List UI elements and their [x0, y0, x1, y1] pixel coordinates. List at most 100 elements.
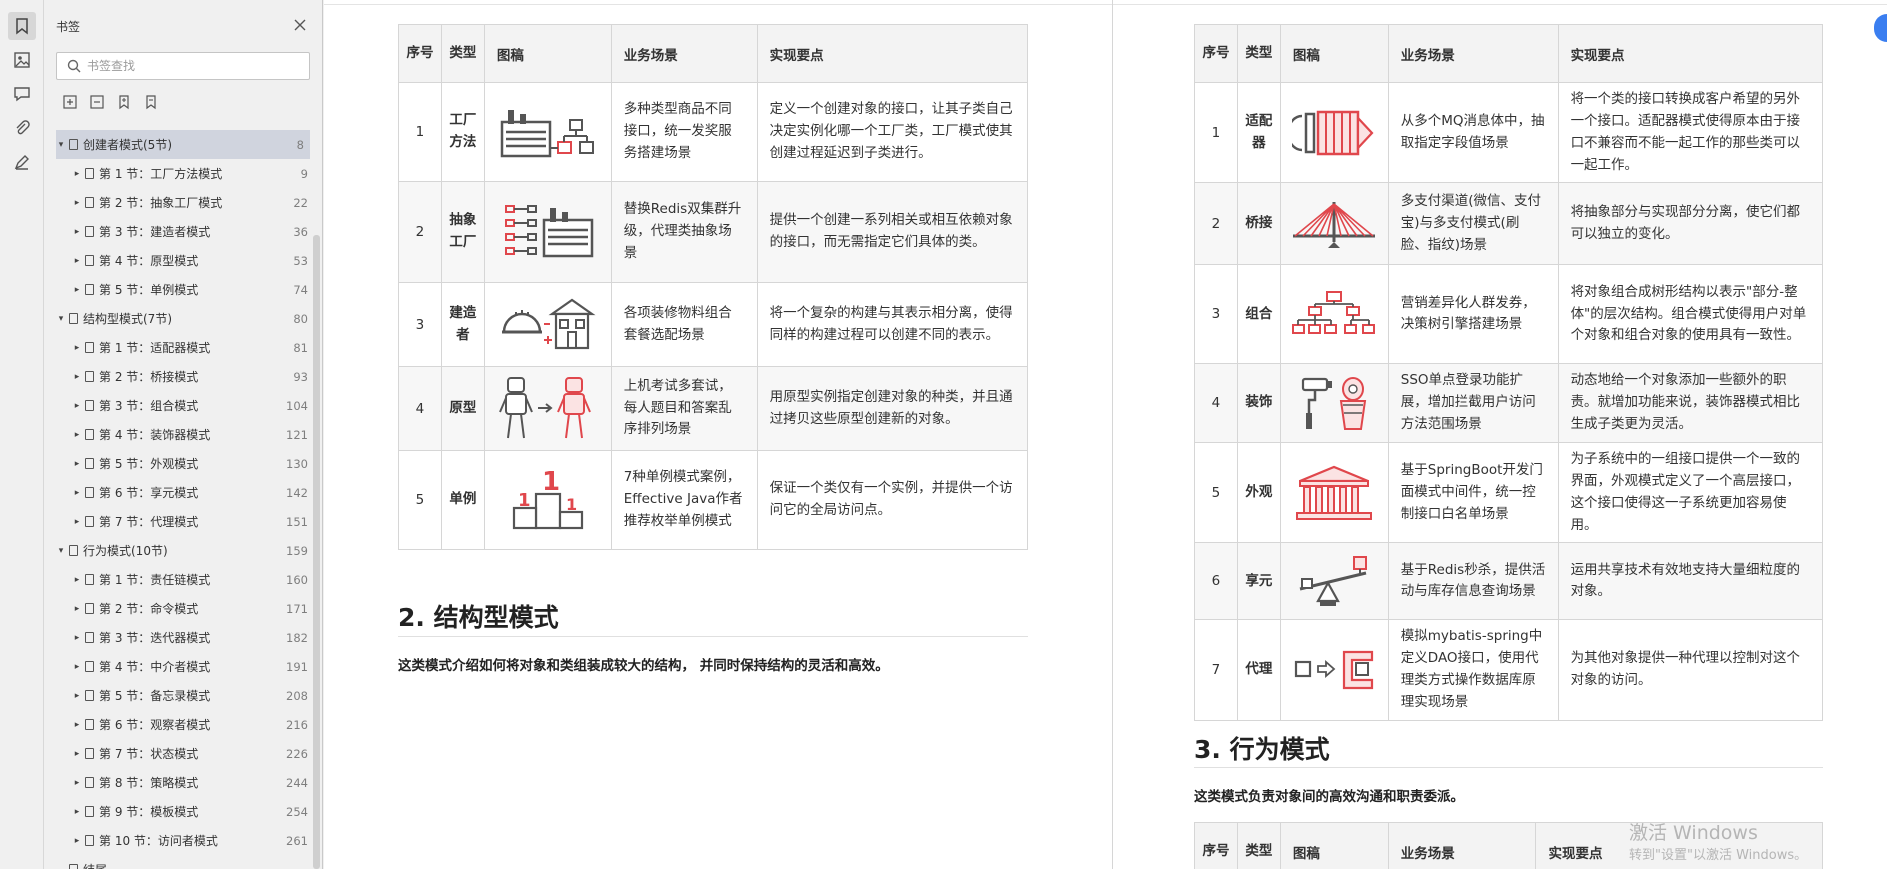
- collapse-caret-icon[interactable]: ▸: [72, 285, 82, 295]
- signature-icon[interactable]: [8, 148, 36, 176]
- bookmark-item[interactable]: ▸ 第 5 节：外观模式 130: [44, 449, 314, 478]
- bookmark-icon: [69, 545, 78, 556]
- section-intro-behavioral: 这类模式负责对象间的高效沟通和职责委派。: [1194, 789, 1464, 805]
- row-key: 提供一个创建一系列相关或相互依赖对象的接口，而无需指定它们具体的类。: [756, 181, 1029, 283]
- collapse-caret-icon[interactable]: ▸: [72, 401, 82, 411]
- bookmark-group[interactable]: ▾ 行为模式(10节) 159: [44, 536, 314, 565]
- bookmark-search[interactable]: [56, 52, 310, 80]
- bookmark-toolbar: [62, 94, 159, 110]
- bookmark-item[interactable]: ▸ 第 1 节：工厂方法模式 9: [44, 159, 314, 188]
- factory-method-icon: [483, 82, 612, 182]
- collapse-caret-icon[interactable]: ▸: [72, 227, 82, 237]
- collapse-caret-icon[interactable]: ▸: [72, 256, 82, 266]
- expand-caret-icon[interactable]: ▾: [56, 546, 66, 556]
- expand-caret-icon[interactable]: ▾: [56, 140, 66, 150]
- collapse-caret-icon[interactable]: ▸: [72, 604, 82, 614]
- row-scene: 基于SpringBoot开发门面模式中间件，统一控制接口白名单场景: [1387, 442, 1559, 544]
- bookmark-page-number: 130: [286, 456, 308, 471]
- bookmark-item[interactable]: ▸ 第 1 节：适配器模式 81: [44, 333, 314, 362]
- collapse-caret-icon[interactable]: ▸: [72, 836, 82, 846]
- col-header-icon: 图稿: [1279, 822, 1389, 869]
- collapse-caret-icon[interactable]: ▸: [72, 372, 82, 382]
- collapse-caret-icon[interactable]: ▸: [72, 807, 82, 817]
- bookmark-item[interactable]: ▸ 第 9 节：模板模式 254: [44, 797, 314, 826]
- collapse-caret-icon[interactable]: ▸: [72, 575, 82, 585]
- bookmark-group[interactable]: ▾ 结构型模式(7节) 80: [44, 304, 314, 333]
- svg-text:1: 1: [566, 495, 577, 514]
- bookmark-item[interactable]: ▸ 第 4 节：中介者模式 191: [44, 652, 314, 681]
- bookmark-item[interactable]: ▸ 第 3 节：迭代器模式 182: [44, 623, 314, 652]
- close-icon[interactable]: [292, 17, 308, 33]
- bookmark-item[interactable]: ▸ 第 4 节：原型模式 53: [44, 246, 314, 275]
- bookmark-item[interactable]: ▸ 第 5 节：单例模式 74: [44, 275, 314, 304]
- collapse-caret-icon[interactable]: ▸: [72, 343, 82, 353]
- row-type: 装饰: [1236, 363, 1281, 444]
- document-view: 序号 类型 图稿 业务场景 实现要点 1 工厂方法 多种类型商品不同接口，统一发…: [324, 0, 1887, 869]
- col-header-no: 序号: [1194, 822, 1238, 869]
- collapse-caret-icon[interactable]: ▸: [72, 169, 82, 179]
- collapse-caret-icon[interactable]: ▸: [72, 430, 82, 440]
- collapse-caret-icon[interactable]: ▸: [72, 198, 82, 208]
- bookmark-label: 第 4 节：原型模式: [99, 254, 199, 268]
- panel-scrollbar[interactable]: [313, 235, 320, 869]
- add-bookmark-icon[interactable]: [116, 94, 132, 110]
- col-header-type: 类型: [440, 24, 485, 83]
- row-no: 2: [1194, 182, 1238, 266]
- row-type: 抽象工厂: [440, 181, 485, 283]
- bookmark-item[interactable]: ▸ 第 5 节：备忘录模式 208: [44, 681, 314, 710]
- collapse-caret-icon[interactable]: ▸: [72, 459, 82, 469]
- search-input[interactable]: [87, 57, 297, 75]
- expand-caret-icon[interactable]: ▾: [56, 314, 66, 324]
- bridge-icon: [1279, 182, 1389, 266]
- bookmark-page-number: 244: [286, 775, 308, 790]
- collapse-caret-icon[interactable]: ▸: [72, 633, 82, 643]
- collapse-caret-icon[interactable]: ▸: [72, 517, 82, 527]
- bookmark-item[interactable]: ▸ 第 2 节：桥接模式 93: [44, 362, 314, 391]
- bookmark-group[interactable]: 结尾: [44, 855, 314, 869]
- row-type: 桥接: [1236, 182, 1281, 266]
- row-key: 用原型实例指定创建对象的种类，并且通过拷贝这些原型创建新的对象。: [756, 366, 1029, 451]
- bookmark-item[interactable]: ▸ 第 6 节：观察者模式 216: [44, 710, 314, 739]
- collapse-caret-icon[interactable]: ▸: [72, 749, 82, 759]
- col-header-no: 序号: [1194, 24, 1238, 83]
- expand-all-icon[interactable]: [62, 94, 78, 110]
- row-key: 运用共享技术有效地支持大量细粒度的对象。: [1557, 542, 1824, 621]
- bookmark-item[interactable]: ▸ 第 2 节：抽象工厂模式 22: [44, 188, 314, 217]
- bookmark-icon: [85, 777, 94, 788]
- bookmark-page-number: 171: [286, 601, 308, 616]
- bookmark-group[interactable]: ▾ 创建者模式(5节) 8: [56, 130, 310, 159]
- bookmark-panel-icon[interactable]: [8, 12, 36, 40]
- attachment-icon[interactable]: [8, 114, 36, 142]
- bookmark-item[interactable]: ▸ 第 7 节：状态模式 226: [44, 739, 314, 768]
- collapse-caret-icon[interactable]: ▸: [72, 488, 82, 498]
- collapse-caret-icon[interactable]: ▸: [72, 720, 82, 730]
- collapse-caret-icon[interactable]: ▸: [72, 691, 82, 701]
- bookmark-item[interactable]: ▸ 第 2 节：命令模式 171: [44, 594, 314, 623]
- table-row: 5 外观 基于SpringBoot开发门面模式中间件，统一控制接口白名单场景 为…: [1194, 442, 1824, 544]
- bookmark-item[interactable]: ▸ 第 6 节：享元模式 142: [44, 478, 314, 507]
- row-no: 3: [398, 282, 442, 367]
- builder-icon: [483, 282, 612, 367]
- bookmark-page-number: 36: [293, 224, 308, 239]
- row-no: 1: [1194, 81, 1238, 184]
- bookmark-icon: [85, 226, 94, 237]
- structural-patterns-table: 序号 类型 图稿 业务场景 实现要点 1 适配器 从多个MQ消息体中，抽取指定字…: [1194, 24, 1824, 721]
- row-key: 定义一个创建对象的接口，让其子类自己决定实例化哪一个工厂类，工厂模式使其创建过程…: [756, 82, 1029, 182]
- bookmark-item[interactable]: ▸ 第 8 节：策略模式 244: [44, 768, 314, 797]
- bookmark-item[interactable]: ▸ 第 10 节：访问者模式 261: [44, 826, 314, 855]
- collapse-caret-icon[interactable]: ▸: [72, 778, 82, 788]
- remove-bookmark-icon[interactable]: [143, 94, 159, 110]
- bookmark-item[interactable]: ▸ 第 3 节：组合模式 104: [44, 391, 314, 420]
- bookmark-page-number: 226: [286, 746, 308, 761]
- bookmark-item[interactable]: ▸ 第 4 节：装饰器模式 121: [44, 420, 314, 449]
- thumbnail-icon[interactable]: [8, 46, 36, 74]
- collapse-all-icon[interactable]: [89, 94, 105, 110]
- bookmark-label: 第 10 节：访问者模式: [99, 834, 218, 848]
- bookmark-item[interactable]: ▸ 第 1 节：责任链模式 160: [44, 565, 314, 594]
- collapse-caret-icon[interactable]: ▸: [72, 662, 82, 672]
- bookmark-item[interactable]: ▸ 第 3 节：建造者模式 36: [44, 217, 314, 246]
- bookmark-label: 第 9 节：模板模式: [99, 805, 199, 819]
- bookmark-item[interactable]: ▸ 第 7 节：代理模式 151: [44, 507, 314, 536]
- comment-icon[interactable]: [8, 80, 36, 108]
- row-key: 为其他对象提供一种代理以控制对这个对象的访问。: [1557, 619, 1824, 721]
